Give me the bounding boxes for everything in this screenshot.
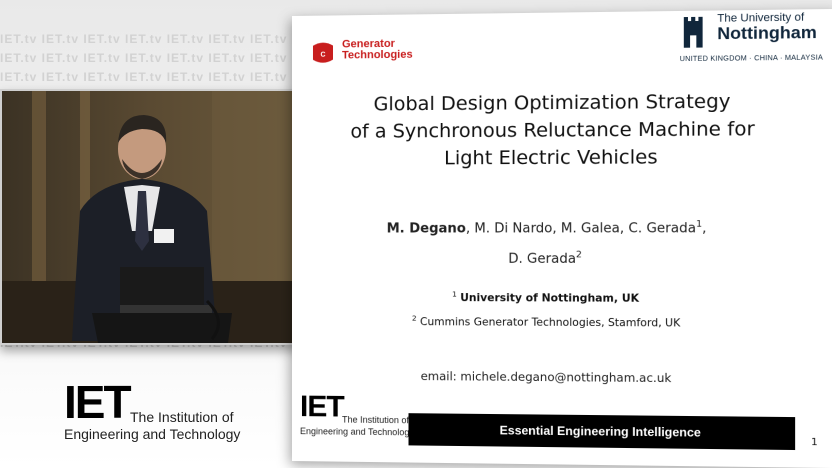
iet-logo-mark: IET — [64, 376, 132, 428]
slide-affiliations: 1 University of Nottingham, UK 2 Cummins… — [411, 289, 681, 330]
slide-authors: M. Degano, M. Di Nardo, M. Galea, C. Ger… — [386, 219, 707, 268]
speaker-video-panel — [0, 89, 300, 345]
iet-engineering-text: Engineering and Technology — [64, 426, 241, 442]
slide-title: Global Design Optimization Strategy of a… — [350, 90, 755, 170]
generator-technologies-logo: Generator Technologies — [342, 37, 413, 62]
slide-email: email: michele.degano@nottingham.ac.uk — [420, 368, 672, 386]
nottingham-crest-icon — [683, 16, 703, 48]
iet-institution-text: The Institution of — [130, 409, 234, 425]
slide-iet-logo: IET The Institution of Engineering and T… — [299, 390, 415, 438]
university-of-nottingham-logo: The University of Nottingham UNITED KING… — [679, 11, 824, 64]
presentation-slide: C Generator Technologies The University … — [292, 8, 832, 468]
slide-footer-bar: Essential Engineering Intelligence — [408, 413, 796, 451]
speaker-video-image — [2, 91, 298, 343]
slide-page-number: 1 — [811, 436, 818, 449]
cummins-logo-icon: C — [312, 42, 333, 63]
svg-text:C: C — [320, 52, 325, 59]
iet-logo: IET The Institution of Engineering and T… — [64, 379, 304, 449]
